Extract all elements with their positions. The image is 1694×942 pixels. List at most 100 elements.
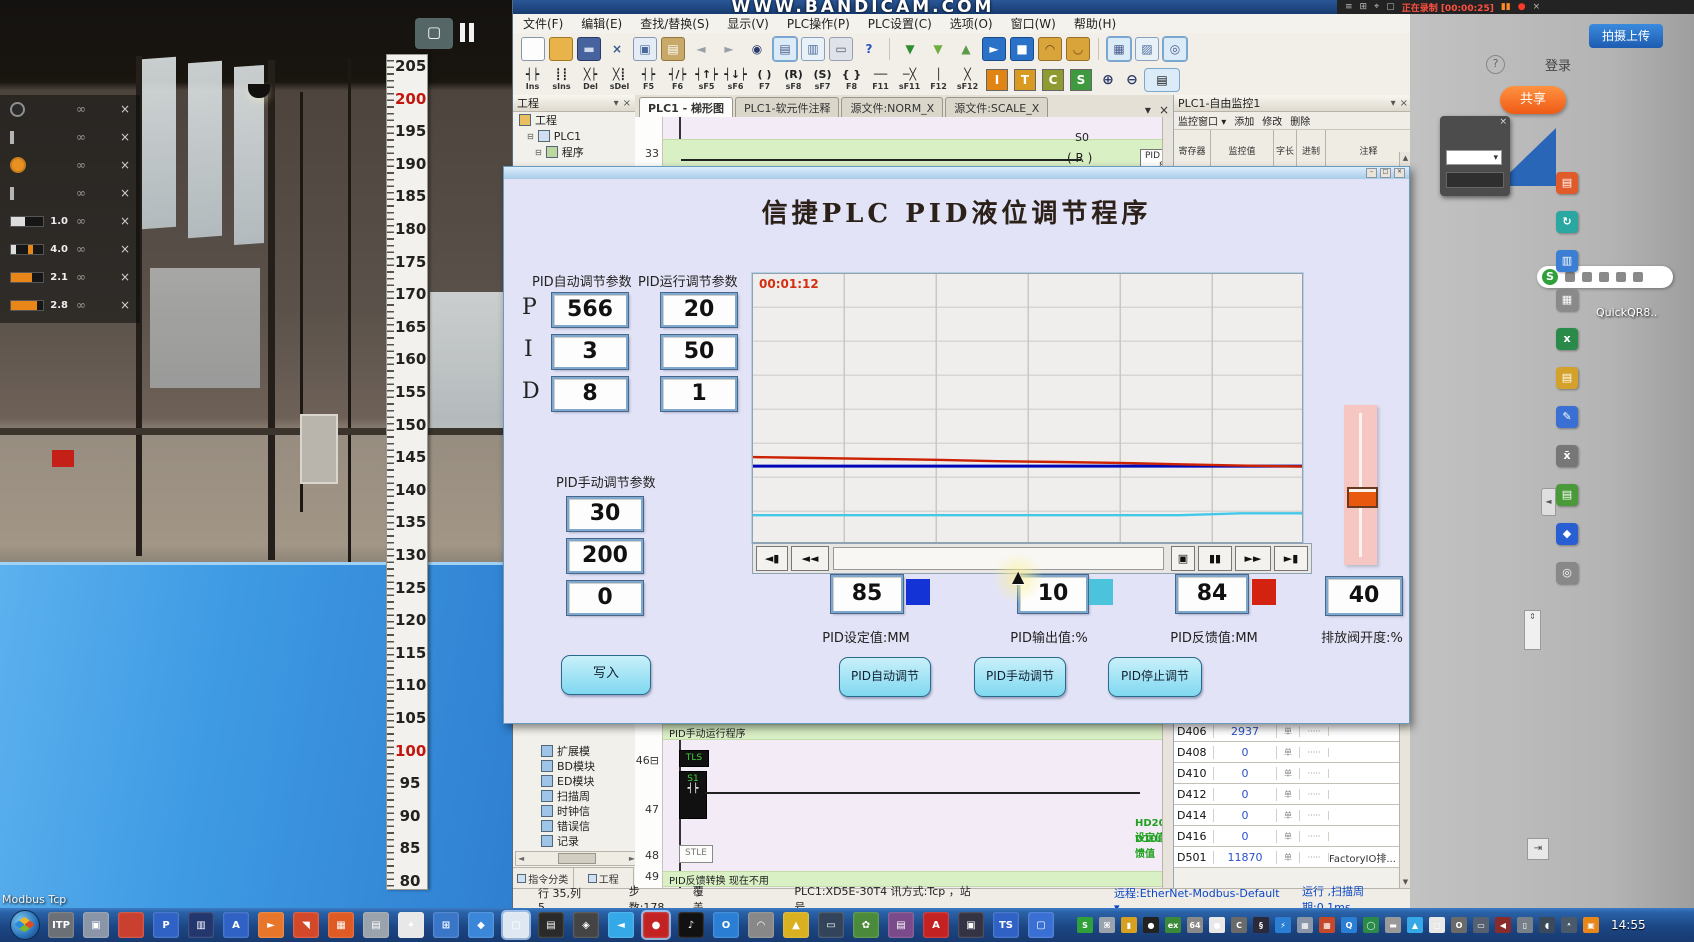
taskbar-app-icon[interactable]: ♪	[678, 912, 704, 938]
tree-hscrollbar[interactable]: ◄►	[515, 851, 638, 866]
maximize-icon[interactable]: □	[1380, 168, 1391, 178]
corner-widget[interactable]: ⇥	[1527, 838, 1549, 860]
rewind-button[interactable]: ◄◄	[791, 546, 829, 571]
taskbar-app-icon[interactable]: ▤	[363, 912, 389, 938]
zoom-in-icon[interactable]: ⊕	[1097, 69, 1119, 91]
toolbar-icon[interactable]: ×	[605, 37, 629, 61]
ladder-tool[interactable]: ┋┋sIns	[548, 69, 575, 91]
taskbar-app-icon[interactable]: ◈	[573, 912, 599, 938]
frame-button[interactable]: ▣	[1171, 546, 1195, 571]
help-icon[interactable]: ?	[1486, 55, 1505, 74]
toolbar-icon[interactable]: ▭	[829, 37, 853, 61]
monitor-window-button[interactable]: 监控窗口 ▾	[1178, 113, 1226, 128]
ladder-tool[interactable]: ( )F7	[751, 69, 778, 91]
toolbar-icon[interactable]: ◠	[1038, 37, 1062, 61]
taskbar-app-icon[interactable]: A	[923, 912, 949, 938]
toolbar-icon[interactable]: ▣	[633, 37, 657, 61]
valve-opening-field[interactable]: 40	[1326, 577, 1402, 615]
tray-icon[interactable]: ◀	[1495, 917, 1511, 933]
monitor-row[interactable]: D408 0 单 ·····	[1174, 742, 1400, 763]
link-icon[interactable]: ∞	[76, 242, 86, 256]
toolbar-icon[interactable]: ►	[717, 37, 741, 61]
manual-field-3[interactable]: 0	[567, 581, 643, 615]
tray-icon[interactable]: ▯	[1517, 917, 1533, 933]
ladder-tool[interactable]: ──F11	[867, 69, 894, 91]
taskbar-app-icon[interactable]: ◥	[293, 912, 319, 938]
ladder-tool[interactable]: ┥↑┝sF5	[693, 69, 720, 91]
taskbar-app-icon[interactable]: ▥	[188, 912, 214, 938]
toolbar-icon[interactable]: ▤	[773, 37, 797, 61]
close-icon[interactable]: ×	[120, 158, 130, 172]
pin-icon[interactable]: ▾	[1391, 98, 1396, 109]
editor-tab[interactable]: PLC1-软元件注释	[735, 97, 839, 117]
link-icon[interactable]: ∞	[76, 186, 86, 200]
tray-icon[interactable]: S	[1077, 917, 1093, 933]
toolbar-icon[interactable]: ▥	[801, 37, 825, 61]
ladder-tool[interactable]: ╳┝Del	[577, 69, 604, 91]
taskbar-app-icon[interactable]: TS	[993, 912, 1019, 938]
collapse-arrow[interactable]: ◄	[1541, 488, 1556, 516]
tray-icon[interactable]: ▦	[1319, 917, 1335, 933]
tree-item-program[interactable]: ⊟程序	[513, 144, 635, 160]
factoryio-3d-scene[interactable]: 2052001951901851801751701651601551501451…	[0, 0, 512, 908]
slider-handle[interactable]	[1347, 487, 1378, 508]
io-row[interactable]: 1.0 ∞ ×	[0, 207, 140, 235]
coil-type-button[interactable]: S	[1070, 69, 1092, 91]
side-tool-icon[interactable]: ◎	[1556, 562, 1578, 584]
io-row[interactable]: ∞ ×	[0, 95, 140, 123]
monitor-row[interactable]: D416 0 单 ·····	[1174, 826, 1400, 847]
ladder-tool[interactable]: ┥┝F5	[635, 69, 662, 91]
tray-icon[interactable]: O	[1451, 917, 1467, 933]
toolbar-icon[interactable]: ▼	[926, 37, 950, 61]
tray-icon[interactable]: ◖	[1539, 917, 1555, 933]
close-icon[interactable]: ×	[1394, 168, 1405, 178]
quickqr-label[interactable]: QuickQR8..	[1596, 306, 1657, 319]
tree-item[interactable]: 记录	[513, 833, 634, 848]
tls-block[interactable]: TLS	[679, 750, 709, 767]
io-indicator[interactable]	[10, 157, 68, 173]
coil-type-button[interactable]: C	[1042, 69, 1064, 91]
io-row[interactable]: 2.8 ∞ ×	[0, 291, 140, 319]
zoom-out-icon[interactable]: ⊖	[1121, 69, 1143, 91]
tree-item[interactable]: BD模块	[513, 758, 634, 773]
side-tool-icon[interactable]: ✎	[1556, 406, 1578, 428]
tray-icon[interactable]: ▭	[1473, 917, 1489, 933]
link-icon[interactable]: ∞	[76, 102, 86, 116]
toolbar-icon[interactable]: ▦	[1107, 37, 1131, 61]
tray-icon[interactable]: ▮	[1121, 917, 1137, 933]
ladder-tool[interactable]: ╳┋sDel	[606, 69, 633, 91]
region-icon[interactable]: ▢	[1386, 2, 1395, 12]
side-tool-icon[interactable]: ▥	[1556, 250, 1578, 272]
side-tool-icon[interactable]: ▦	[1556, 289, 1578, 311]
setpoint-value-field[interactable]: 85	[831, 575, 903, 613]
tray-icon[interactable]: ▦	[1297, 917, 1313, 933]
pin-icon[interactable]: ▾	[614, 98, 619, 109]
side-tool-icon[interactable]: ↻	[1556, 211, 1578, 233]
reset-coil[interactable]: ( R )	[1067, 151, 1092, 165]
close-icon[interactable]: ×	[1400, 98, 1408, 109]
tree-item-project[interactable]: 工程	[513, 112, 635, 128]
taskbar-app-icon[interactable]: ▤	[888, 912, 914, 938]
valve-slider[interactable]	[1344, 405, 1377, 565]
tray-icon[interactable]: ▢	[1429, 917, 1445, 933]
ime-icon[interactable]	[1582, 272, 1592, 282]
s1-contact-block[interactable]: S1┥┝	[679, 771, 707, 819]
editor-tab[interactable]: 源文件:SCALE_X	[945, 97, 1048, 117]
pid-auto-button[interactable]: PID自动调节	[839, 657, 931, 697]
tree-item[interactable]: ED模块	[513, 773, 634, 788]
last-frame-button[interactable]: ►▮	[1274, 546, 1308, 571]
pause-record-icon[interactable]: ▮▮	[1501, 2, 1511, 12]
taskbar-app-icon[interactable]: ●	[643, 912, 669, 938]
io-indicator[interactable]: 2.1	[10, 272, 68, 283]
taskbar-app-icon[interactable]: ▤	[538, 912, 564, 938]
taskbar-app-icon[interactable]: ITP	[48, 912, 74, 938]
ladder-tool[interactable]: ┥↓┝sF6	[722, 69, 749, 91]
tree-item[interactable]: 错误信	[513, 818, 634, 833]
tray-icon[interactable]: Q	[1341, 917, 1357, 933]
tray-icon[interactable]: 64	[1187, 917, 1203, 933]
taskbar-app-icon[interactable]: ▣	[958, 912, 984, 938]
side-tool-icon[interactable]: ▤	[1556, 367, 1578, 389]
tray-icon[interactable]: C	[1231, 917, 1247, 933]
tray-icon[interactable]: ▬	[1385, 917, 1401, 933]
side-tool-icon[interactable]: ◆	[1556, 523, 1578, 545]
